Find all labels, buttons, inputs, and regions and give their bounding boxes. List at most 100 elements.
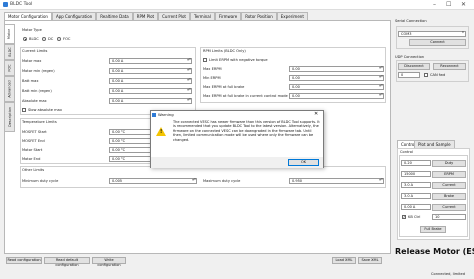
- radio-dc-label: DC: [48, 37, 54, 41]
- brake-button[interactable]: Brake: [432, 193, 466, 200]
- dialog-body: ! The connected VESC has newer firmware …: [151, 119, 323, 157]
- tab-rpm-plot[interactable]: RPM Plot: [132, 12, 159, 20]
- absolute-max-input[interactable]: 0.00 A ▲▼: [109, 98, 192, 104]
- dialog-close-icon[interactable]: ✕: [314, 111, 318, 117]
- spin-arrows-icon[interactable]: ▲▼: [379, 66, 383, 71]
- rpm-limits-title: RPM Limits (BLDC Only): [203, 49, 246, 53]
- batt-min-label: Batt min (regen): [22, 89, 52, 93]
- can-id-input[interactable]: 0: [398, 72, 420, 78]
- serial-port-select[interactable]: COM3 ▼: [398, 31, 466, 37]
- limit-erpm-neg-label: Limit ERPM with negative torque: [209, 58, 268, 62]
- maximize-icon[interactable]: ☐: [446, 1, 451, 8]
- reconnect-button[interactable]: Reconnect: [433, 63, 466, 70]
- kb-ctrl-input[interactable]: 10: [432, 214, 466, 220]
- tab-terminal[interactable]: Terminal: [189, 12, 215, 20]
- warning-icon-mark: !: [160, 129, 163, 135]
- mosfet-start-input[interactable]: 0.00 °C: [109, 129, 153, 135]
- brake-input[interactable]: 3.0 A: [401, 193, 431, 199]
- limit-erpm-neg-checkbox[interactable]: [203, 58, 207, 62]
- current-pid-input[interactable]: 0.00 A: [401, 204, 431, 210]
- spin-arrows-icon[interactable]: ▲▼: [187, 78, 191, 83]
- batt-max-input[interactable]: 0.00 A ▲▼: [109, 78, 192, 84]
- vtab-motor[interactable]: Motor: [4, 24, 15, 44]
- max-erpm-brake-input[interactable]: 0.00 ▲▼: [289, 84, 384, 90]
- current-button[interactable]: Current: [432, 182, 466, 189]
- slow-abs-max-label: Slow absolute max: [28, 108, 62, 112]
- current-limits-title: Current Limits: [22, 49, 48, 53]
- tab-current-plot[interactable]: Current Plot: [158, 12, 190, 20]
- load-xml-button[interactable]: Load XML: [332, 257, 356, 264]
- motor-min-label: Motor min (regen): [22, 69, 55, 73]
- max-erpm-input[interactable]: 0.00 ▲▼: [289, 66, 384, 72]
- max-duty-input[interactable]: 0.950 ▲▼: [289, 178, 384, 184]
- tab-experiment[interactable]: Experiment: [276, 12, 308, 20]
- other-limits-title: Other Limits: [22, 168, 45, 172]
- app-icon: [3, 2, 8, 7]
- connect-button[interactable]: Connect: [409, 39, 466, 46]
- motor-start-input[interactable]: 0.00 °C: [109, 147, 153, 153]
- duty-input[interactable]: 0.20: [401, 160, 431, 166]
- vtab-advanced[interactable]: Advanced: [4, 76, 15, 102]
- vtab-foc[interactable]: FOC: [4, 60, 15, 76]
- save-xml-button[interactable]: Save XML: [358, 257, 382, 264]
- tab-rotor-position[interactable]: Rotor Position: [241, 12, 277, 20]
- tab-app-configuration[interactable]: App Configuration: [51, 12, 97, 20]
- mosfet-start-label: MOSFET Start: [22, 130, 47, 134]
- spin-arrows-icon[interactable]: ▲▼: [379, 84, 383, 89]
- can-fwd-checkbox[interactable]: [424, 73, 428, 77]
- spin-arrows-icon[interactable]: ▲▼: [187, 58, 191, 63]
- tab-plot-and-sample[interactable]: Plot and Sample: [414, 140, 455, 148]
- erpm-input[interactable]: 15000: [401, 171, 431, 177]
- release-motor-label: Release Motor (ESC): [395, 247, 474, 256]
- read-default-configuration-button[interactable]: Read default configuration: [44, 257, 90, 267]
- radio-bldc[interactable]: [23, 37, 27, 41]
- spin-arrows-icon[interactable]: ▲▼: [187, 88, 191, 93]
- max-duty-label: Maximum duty cycle: [203, 179, 241, 183]
- mosfet-end-input[interactable]: 0.00 °C: [109, 138, 153, 144]
- radio-foc[interactable]: [57, 37, 61, 41]
- ok-button[interactable]: OK: [288, 159, 319, 166]
- spin-arrows-icon[interactable]: ▲▼: [192, 178, 196, 183]
- full-brake-button[interactable]: Full Brake: [420, 226, 446, 233]
- motor-end-input[interactable]: 0.00 °C: [109, 156, 153, 162]
- minimize-icon[interactable]: –: [433, 1, 436, 8]
- chevron-down-icon[interactable]: ▼: [461, 31, 465, 36]
- spin-arrows-icon[interactable]: ▲▼: [379, 93, 383, 98]
- mosfet-end-label: MOSFET End: [22, 139, 45, 143]
- spin-arrows-icon[interactable]: ▲▼: [379, 178, 383, 183]
- duty-button[interactable]: Duty: [432, 160, 466, 167]
- absolute-max-label: Absolute max: [22, 99, 47, 103]
- main-tabs: Motor Configuration App Configuration Re…: [4, 12, 308, 20]
- spin-arrows-icon[interactable]: ▲▼: [187, 68, 191, 73]
- max-erpm-brake-cc-input[interactable]: 0.00 ▲▼: [289, 93, 384, 99]
- status-bar: Connected, limited: [0, 267, 474, 279]
- serial-connection-title: Serial Connection: [395, 19, 427, 23]
- kb-ctrl-label: KB Ctrl: [408, 215, 421, 219]
- dialog-message: The connected VESC has newer firmware th…: [173, 120, 320, 142]
- radio-dc[interactable]: [42, 37, 46, 41]
- spin-arrows-icon[interactable]: ▲▼: [379, 75, 383, 80]
- current-pid-button[interactable]: Current: [432, 204, 466, 211]
- current-input[interactable]: 3.0 A: [401, 182, 431, 188]
- tab-motor-configuration[interactable]: Motor Configuration: [4, 12, 52, 20]
- erpm-button[interactable]: ERPM: [432, 171, 466, 178]
- motor-min-input[interactable]: 0.00 A ▲▼: [109, 68, 192, 74]
- radio-bldc-label: BLDC: [29, 37, 39, 41]
- write-configuration-button[interactable]: Write configuration: [92, 257, 126, 267]
- disconnect-button[interactable]: Disconnect: [398, 63, 430, 70]
- tab-realtime-data[interactable]: Realtime Data: [96, 12, 133, 20]
- tab-firmware[interactable]: Firmware: [214, 12, 242, 20]
- vtab-description[interactable]: Description: [4, 102, 15, 132]
- vtab-bldc[interactable]: BLDC: [4, 44, 15, 60]
- min-erpm-input[interactable]: 0.00 ▲▼: [289, 75, 384, 81]
- read-configuration-button[interactable]: Read configuration: [6, 257, 42, 264]
- max-erpm-brake-label: Max ERPM at full brake: [203, 85, 245, 89]
- max-erpm-label: Max ERPM: [203, 67, 222, 71]
- spin-arrows-icon[interactable]: ▲▼: [187, 98, 191, 103]
- min-duty-input[interactable]: 0.005 ▲▼: [109, 178, 197, 184]
- batt-min-input[interactable]: 0.00 A ▲▼: [109, 88, 192, 94]
- slow-abs-max-checkbox[interactable]: [22, 108, 26, 112]
- motor-max-input[interactable]: 0.00 A ▲▼: [109, 58, 192, 64]
- kb-ctrl-checkbox[interactable]: ✓: [402, 215, 406, 219]
- close-icon[interactable]: ✕: [461, 1, 466, 8]
